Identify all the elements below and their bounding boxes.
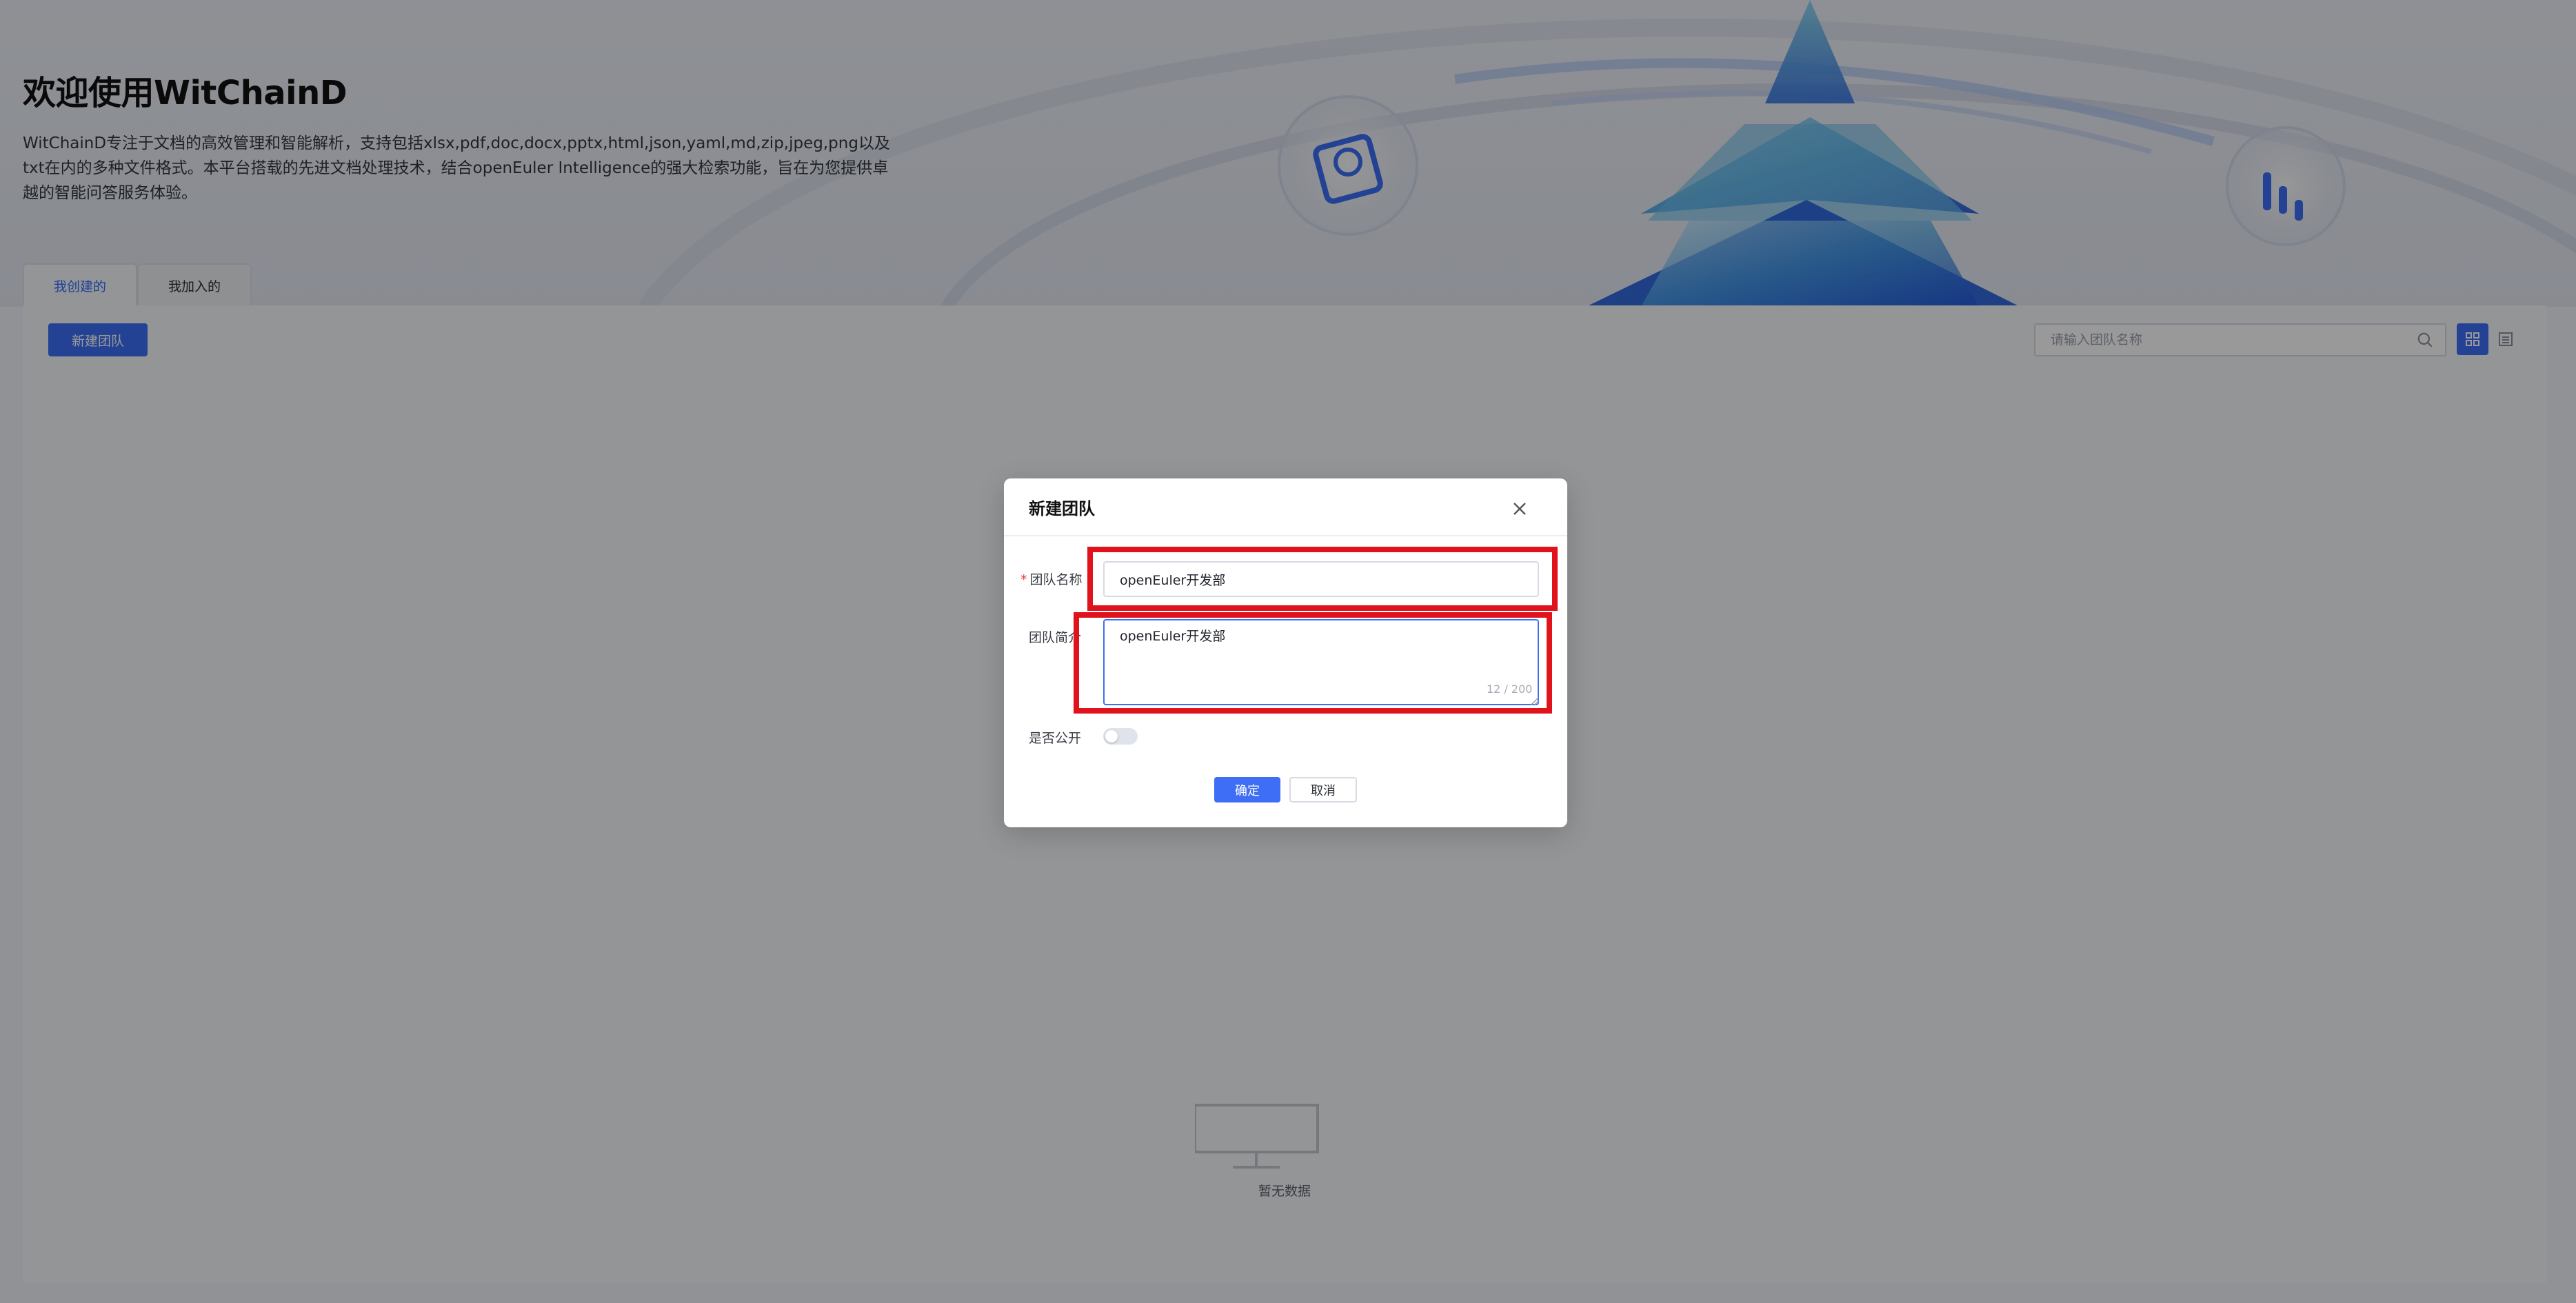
highlight-box-team-name xyxy=(1087,547,1558,611)
dialog-title: 新建团队 xyxy=(1029,499,1095,518)
highlight-box-team-description xyxy=(1074,612,1552,714)
close-icon[interactable] xyxy=(1505,494,1535,524)
toggle-knob xyxy=(1105,730,1118,743)
team-name-label: * 团队名称 xyxy=(1020,572,1083,587)
dialog-divider xyxy=(1004,535,1567,536)
is-public-toggle[interactable] xyxy=(1103,728,1138,745)
cancel-button[interactable]: 取消 xyxy=(1289,777,1357,802)
is-public-label: 是否公开 xyxy=(1029,731,1082,746)
confirm-button[interactable]: 确定 xyxy=(1214,777,1280,802)
required-mark: * xyxy=(1020,572,1027,587)
